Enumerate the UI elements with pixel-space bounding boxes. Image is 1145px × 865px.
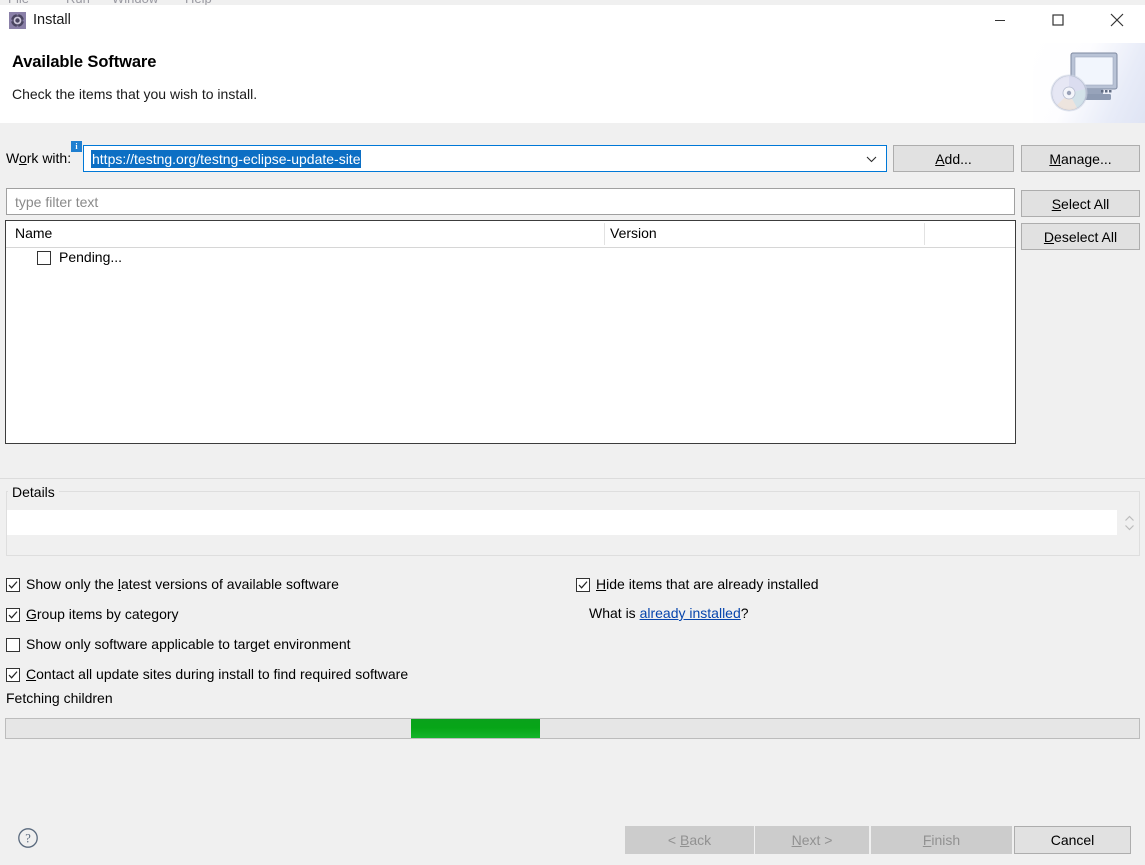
filter-input[interactable]: type filter text [6, 188, 1015, 215]
select-all-button[interactable]: Select All [1021, 190, 1140, 217]
maximize-icon [1052, 14, 1064, 26]
gear-icon [9, 12, 26, 29]
monitor-cd-icon [1033, 43, 1145, 123]
work-with-combo[interactable]: https://testng.org/testng-eclipse-update… [83, 145, 887, 172]
section-divider [0, 478, 1145, 479]
svg-text:?: ? [25, 832, 31, 846]
column-divider[interactable] [604, 223, 605, 245]
dialog-footer: ? < Back Next > Finish Cancel [0, 813, 1145, 865]
chevron-down-icon[interactable] [862, 146, 880, 171]
work-with-value: https://testng.org/testng-eclipse-update… [91, 150, 362, 168]
details-legend: Details [8, 484, 59, 500]
progress-bar-chunk [411, 719, 540, 738]
checkbox-checked[interactable] [576, 578, 590, 592]
info-badge-icon: i [71, 141, 82, 152]
next-button[interactable]: Next > [755, 826, 869, 854]
already-installed-question: What is already installed? [589, 605, 749, 621]
cancel-button[interactable]: Cancel [1014, 826, 1131, 854]
row-checkbox[interactable] [37, 251, 51, 265]
table-row[interactable]: Pending... [6, 247, 1015, 271]
column-header-version[interactable]: Version [610, 225, 657, 241]
tree-header: Name Version [6, 221, 1015, 248]
dialog-title-bar: Install [0, 5, 1145, 35]
checkbox-unchecked[interactable] [6, 638, 20, 652]
option-label: Show only software applicable to target … [26, 636, 351, 652]
option-label: Show only the latest versions of availab… [26, 576, 339, 592]
checkbox-checked[interactable] [6, 578, 20, 592]
whatis-prefix: What is [589, 605, 640, 621]
add-site-button[interactable]: Add... [893, 145, 1014, 172]
help-question-icon[interactable]: ? [17, 827, 39, 849]
dialog-body: Work with: i https://testng.org/testng-e… [0, 123, 1145, 813]
work-with-label: Work with: [6, 150, 72, 166]
page-subtitle: Check the items that you wish to install… [12, 86, 258, 102]
minimize-icon [995, 20, 1005, 21]
details-text [7, 510, 1117, 535]
status-text: Fetching children [6, 690, 113, 706]
already-installed-link[interactable]: already installed [640, 605, 741, 621]
maximize-button[interactable] [1035, 5, 1081, 35]
install-dialog: Install Available Software Check the ite… [0, 5, 1145, 865]
finish-button[interactable]: Finish [871, 826, 1012, 854]
column-header-name[interactable]: Name [15, 225, 52, 241]
option-label: Group items by category [26, 606, 179, 622]
spinner-updown-icon[interactable] [1122, 511, 1136, 534]
minimize-button[interactable] [977, 5, 1023, 35]
close-icon [1110, 13, 1124, 27]
close-button[interactable] [1094, 5, 1140, 35]
column-divider[interactable] [924, 223, 925, 245]
progress-bar [5, 718, 1140, 739]
back-button[interactable]: < Back [625, 826, 754, 854]
deselect-all-button[interactable]: Deselect All [1021, 223, 1140, 250]
dialog-title: Install [33, 12, 71, 28]
option-label: Contact all update sites during install … [26, 666, 409, 682]
dialog-header: Available Software Check the items that … [0, 35, 1145, 123]
option-label: Hide items that are already installed [596, 576, 819, 592]
available-software-tree[interactable]: Name Version Pending... [5, 220, 1016, 444]
row-label-name: Pending... [59, 249, 123, 265]
checkbox-checked[interactable] [6, 608, 20, 622]
whatis-suffix: ? [740, 605, 749, 621]
page-title: Available Software [12, 53, 157, 71]
checkbox-checked[interactable] [6, 668, 20, 682]
manage-sites-button[interactable]: Manage... [1021, 145, 1140, 172]
filter-placeholder: type filter text [15, 194, 99, 210]
